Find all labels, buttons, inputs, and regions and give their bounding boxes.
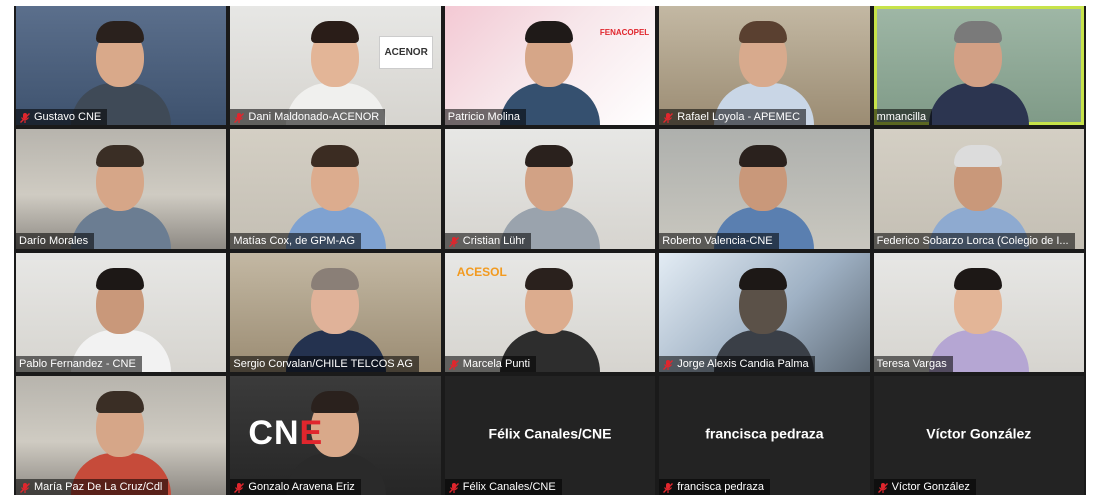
- participant-name-bar: Gustavo CNE: [16, 109, 108, 126]
- participant-tile[interactable]: francisca pedraza francisca pedraza: [659, 375, 870, 495]
- participant-name-bar: Roberto Valencia-CNE: [659, 232, 779, 249]
- participant-tile[interactable]: Jorge Alexis Candia Palma: [659, 252, 870, 372]
- microphone-muted-icon: [233, 481, 245, 493]
- participant-name: Darío Morales: [19, 234, 89, 247]
- participant-tile[interactable]: Félix Canales/CNE Félix Canales/CNE: [444, 375, 656, 495]
- participant-video: [924, 17, 1034, 126]
- participant-name: Teresa Vargas: [876, 357, 947, 370]
- participant-name-bar: Dani Maldonado-ACENOR: [230, 109, 386, 126]
- participant-name: Federico Sobarzo Lorca (Colegio de I...: [876, 234, 1069, 247]
- participant-name-bar: Sergio Corvalan/CHILE TELCOS AG: [230, 355, 419, 372]
- participant-tile[interactable]: María Paz De La Cruz/Cdl: [16, 375, 227, 495]
- participant-name: Patricio Molina: [447, 111, 520, 124]
- participant-name-bar: Marcela Punti: [444, 355, 537, 372]
- participant-name-bar: Gonzalo Aravena Eriz: [230, 479, 361, 495]
- participant-name: María Paz De La Cruz/Cdl: [34, 481, 163, 493]
- participant-tile[interactable]: mmancilla: [873, 6, 1084, 126]
- microphone-muted-icon: [448, 358, 460, 370]
- participant-display-name: Félix Canales/CNE: [488, 425, 612, 442]
- participant-name: Marcela Punti: [462, 357, 531, 370]
- fenacopel-logo: FENACOPEL: [599, 28, 650, 37]
- participant-name: Félix Canales/CNE: [462, 481, 556, 493]
- participant-name: Pablo Fernandez - CNE: [19, 357, 136, 370]
- participant-tile[interactable]: Roberto Valencia-CNE: [659, 129, 870, 249]
- participant-tile[interactable]: FENACOPEL Patricio Molina: [444, 6, 656, 126]
- participant-name-bar: francisca pedraza: [659, 479, 771, 495]
- participant-name: francisca pedraza: [677, 481, 765, 493]
- participant-name-bar: Darío Morales: [16, 232, 95, 249]
- microphone-muted-icon: [448, 481, 460, 493]
- microphone-muted-icon: [448, 235, 460, 247]
- participant-name-bar: Cristian Lühr: [444, 232, 532, 249]
- participant-display-name: Víctor González: [926, 425, 1032, 442]
- microphone-muted-icon: [662, 481, 674, 493]
- participant-tile[interactable]: Sergio Corvalan/CHILE TELCOS AG: [230, 252, 441, 372]
- participant-name-bar: Patricio Molina: [444, 109, 526, 126]
- participant-tile[interactable]: Cristian Lühr: [444, 129, 656, 249]
- participant-tile[interactable]: Teresa Vargas: [873, 252, 1084, 372]
- microphone-muted-icon: [877, 481, 889, 493]
- participant-name: Matías Cox, de GPM-AG: [233, 234, 356, 247]
- participant-name: Roberto Valencia-CNE: [662, 234, 773, 247]
- participant-tile[interactable]: CNE Gonzalo Aravena Eriz: [230, 375, 441, 495]
- video-gallery: Gustavo CNE ACENOR Dani Maldonado-ACENOR FE…: [14, 6, 1086, 495]
- participant-name: Sergio Corvalan/CHILE TELCOS AG: [233, 357, 413, 370]
- microphone-muted-icon: [662, 111, 674, 124]
- participant-tile[interactable]: ACESOL Marcela Punti: [444, 252, 656, 372]
- participant-name-bar: Federico Sobarzo Lorca (Colegio de I...: [873, 232, 1075, 249]
- participant-name-bar: Rafael Loyola - APEMEC: [659, 109, 807, 126]
- participant-tile[interactable]: Darío Morales: [16, 129, 227, 249]
- participant-name: Cristian Lühr: [462, 234, 526, 247]
- participant-tile[interactable]: Pablo Fernandez - CNE: [16, 252, 227, 372]
- participant-name: Gustavo CNE: [34, 111, 102, 124]
- participant-name-bar: Teresa Vargas: [873, 355, 953, 372]
- participant-tile[interactable]: Gustavo CNE: [16, 6, 227, 126]
- microphone-muted-icon: [233, 111, 245, 124]
- participant-tile[interactable]: ACENOR Dani Maldonado-ACENOR: [230, 6, 441, 126]
- participant-tile[interactable]: Víctor González Víctor González: [873, 375, 1084, 495]
- participant-tile[interactable]: Rafael Loyola - APEMEC: [659, 6, 870, 126]
- participant-name-bar: Félix Canales/CNE: [444, 479, 562, 495]
- microphone-muted-icon: [19, 481, 31, 493]
- participant-name: Víctor González: [891, 481, 970, 493]
- cne-logo: CNE: [248, 413, 324, 452]
- participant-name-bar: Víctor González: [873, 479, 976, 495]
- participant-name-bar: mmancilla: [873, 109, 933, 126]
- participant-name-bar: Jorge Alexis Candia Palma: [659, 355, 815, 372]
- participant-name: Rafael Loyola - APEMEC: [677, 111, 801, 124]
- meeting-window: Gustavo CNE ACENOR Dani Maldonado-ACENOR FE…: [0, 0, 1114, 503]
- participant-name: Gonzalo Aravena Eriz: [248, 481, 355, 493]
- participant-name-bar: María Paz De La Cruz/Cdl: [16, 479, 169, 495]
- participant-display-name: francisca pedraza: [705, 425, 824, 442]
- participant-tile[interactable]: Matías Cox, de GPM-AG: [230, 129, 441, 249]
- microphone-muted-icon: [662, 358, 674, 370]
- participant-name: mmancilla: [876, 111, 927, 124]
- participant-name: Dani Maldonado-ACENOR: [248, 111, 380, 124]
- acenor-logo: ACENOR: [379, 36, 433, 69]
- participant-name-bar: Matías Cox, de GPM-AG: [230, 232, 362, 249]
- participant-name: Jorge Alexis Candia Palma: [677, 357, 809, 370]
- acesol-logo: ACESOL: [456, 264, 507, 279]
- participant-tile[interactable]: Federico Sobarzo Lorca (Colegio de I...: [873, 129, 1084, 249]
- participant-name-bar: Pablo Fernandez - CNE: [16, 355, 142, 372]
- microphone-muted-icon: [19, 111, 31, 124]
